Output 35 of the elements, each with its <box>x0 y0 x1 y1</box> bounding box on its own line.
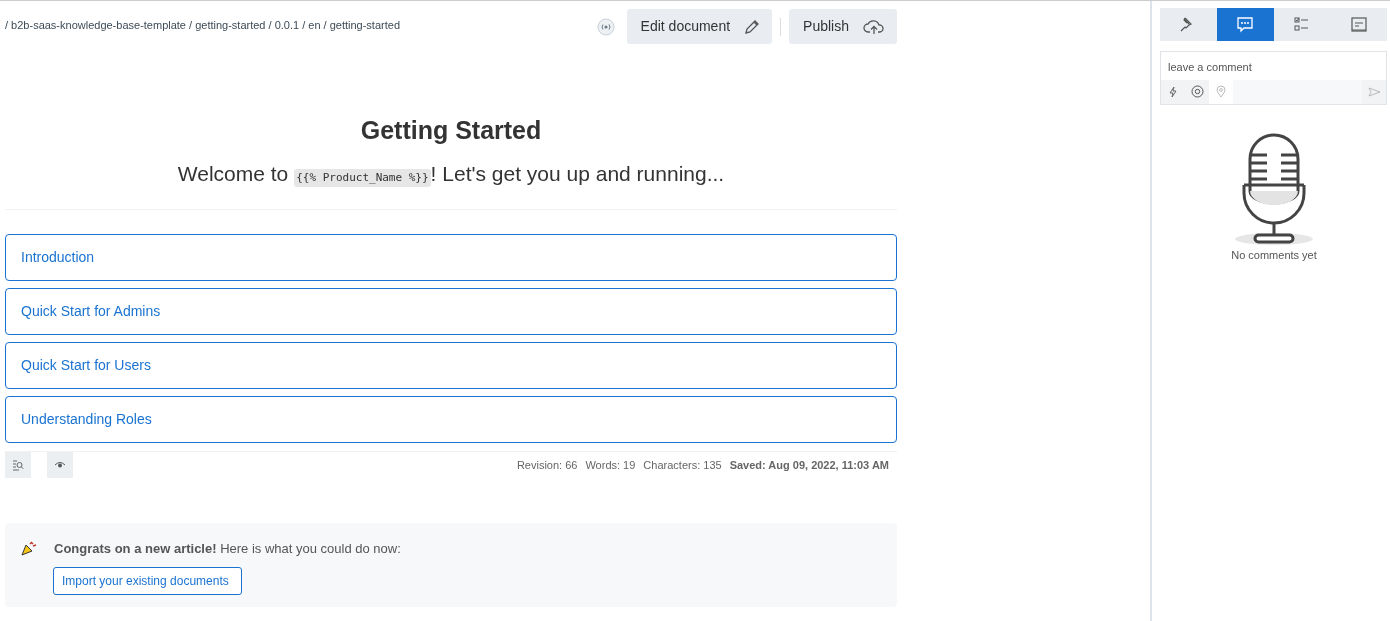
subtitle-text: Welcome to <box>177 160 289 187</box>
cloud-upload-icon <box>863 18 885 35</box>
search-icon[interactable] <box>5 452 31 478</box>
publish-button[interactable]: Publish <box>789 9 897 44</box>
document-title: Getting Started <box>359 115 543 146</box>
subtitle-text: ! Let's get you up and running... <box>430 160 725 187</box>
congrats-message: Congrats on a new article! Here is what you could do now: <box>54 540 401 558</box>
word-count: Words: 19 <box>585 457 636 473</box>
comment-icon <box>1236 16 1255 33</box>
character-count: Characters: 135 <box>643 457 722 473</box>
breadcrumb: / b2b-saas-knowledge-base-template / getting-started / 0.0.1 / en / getting-started <box>5 18 400 33</box>
broadcast-icon[interactable] <box>596 17 615 36</box>
party-popper-icon <box>21 541 38 557</box>
panel-tab[interactable] <box>1216 8 1274 41</box>
code-snippet: {{% Product_Name %}} <box>294 168 431 187</box>
article-link[interactable]: Quick Start for Users <box>5 342 897 389</box>
revision-count: Revision: 66 <box>516 457 578 473</box>
import-documents-button[interactable]: Import your existing documents <box>53 566 242 595</box>
article-link[interactable]: Introduction <box>5 234 897 281</box>
article-link[interactable]: Quick Start for Admins <box>5 288 897 335</box>
location-pin-icon[interactable] <box>1209 79 1233 104</box>
checklist-icon <box>1292 16 1311 33</box>
pencil-icon <box>744 18 761 35</box>
panel-tab[interactable] <box>1330 8 1387 41</box>
eye-icon[interactable] <box>47 452 73 478</box>
document-card-icon <box>1349 16 1368 33</box>
saved-timestamp: Saved: Aug 09, 2022, 11:03 AM <box>729 457 889 473</box>
panel-tab[interactable] <box>1160 8 1217 41</box>
edit-document-button[interactable]: Edit document <box>626 9 773 44</box>
send-icon[interactable] <box>1362 79 1386 104</box>
panel-tab[interactable] <box>1273 8 1331 41</box>
lightning-icon[interactable] <box>1161 79 1185 104</box>
empty-state-text: No comments yet <box>1230 247 1318 263</box>
comment-field[interactable]: leave a comment <box>1160 51 1387 80</box>
article-link[interactable]: Understanding Roles <box>5 396 897 443</box>
